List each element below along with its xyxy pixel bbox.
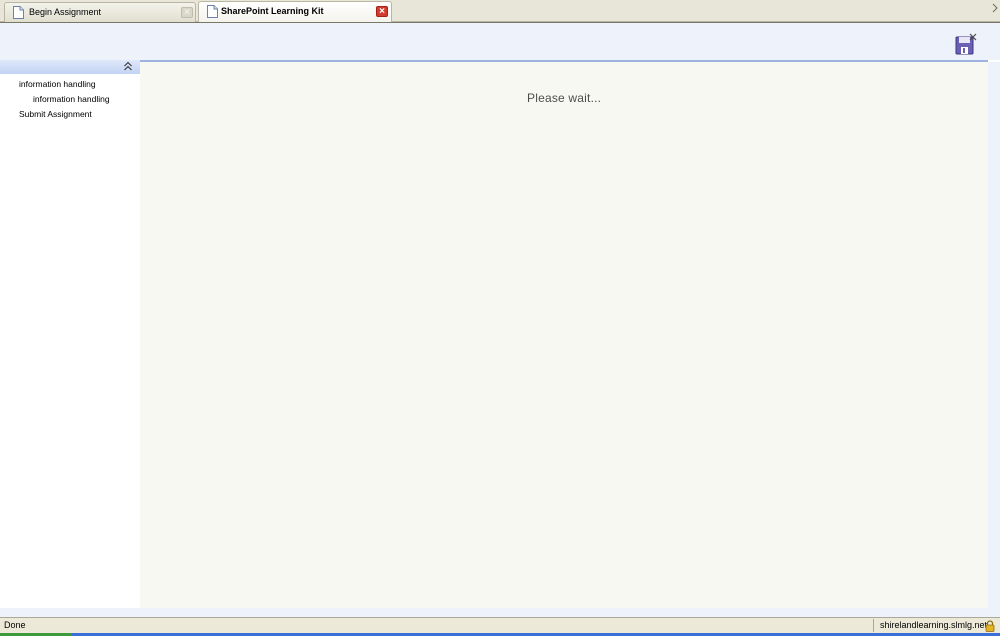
tab-strip: Begin Assignment × SharePoint Learning K…	[0, 0, 1000, 22]
status-text: Done	[4, 620, 26, 630]
status-divider	[873, 619, 874, 632]
page-icon	[13, 6, 24, 19]
status-host: shirelandlearning.slmlg.net	[880, 620, 988, 630]
tab-sharepoint-learning-kit[interactable]: SharePoint Learning Kit ×	[198, 1, 392, 22]
chevron-right-icon[interactable]	[992, 3, 998, 13]
padlock-icon[interactable]	[985, 620, 995, 632]
status-bar: Done shirelandlearning.slmlg.net	[0, 617, 1000, 633]
sidebar: information handling information handlin…	[0, 60, 140, 608]
sidebar-header	[0, 60, 140, 74]
page-header	[0, 22, 1000, 60]
double-chevron-up-icon[interactable]	[123, 61, 133, 72]
tab-begin-assignment[interactable]: Begin Assignment ×	[4, 2, 196, 22]
content-frame: Please wait...	[140, 62, 988, 608]
bottom-band	[0, 608, 1000, 617]
sidebar-item-information-handling[interactable]: information handling	[19, 79, 96, 89]
sidebar-item-submit-assignment[interactable]: Submit Assignment	[19, 109, 92, 119]
loading-message: Please wait...	[527, 91, 602, 105]
tab-label: SharePoint Learning Kit	[221, 6, 324, 16]
page-icon	[207, 5, 218, 18]
sidebar-subitem-information-handling[interactable]: information handling	[33, 94, 110, 104]
close-tab-icon[interactable]: ×	[376, 6, 388, 17]
close-tab-icon[interactable]: ×	[181, 7, 193, 18]
save-icon[interactable]	[955, 33, 977, 55]
tab-label: Begin Assignment	[29, 7, 102, 17]
right-gutter	[988, 62, 1000, 608]
